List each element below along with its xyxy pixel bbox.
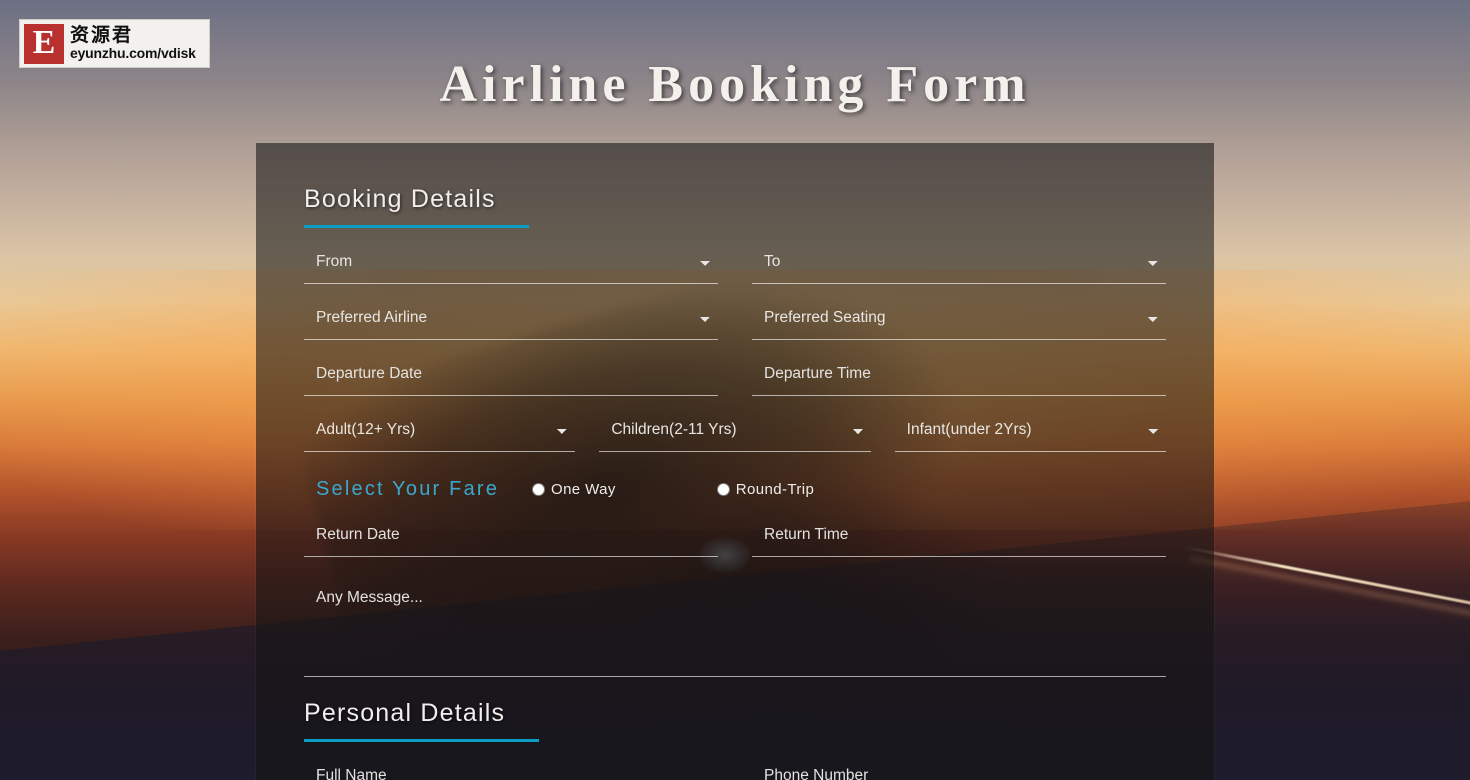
passengers-row: Adult(12+ Yrs) Children(2-11 Yrs) Infant… — [304, 414, 1166, 452]
infant-col: Infant(under 2Yrs) — [894, 414, 1166, 452]
return-row — [304, 519, 1166, 557]
return-date-input[interactable] — [304, 519, 718, 557]
from-to-row: From To — [304, 246, 1166, 284]
children-count-select[interactable]: Children(2-11 Yrs) — [599, 414, 871, 452]
select-fare-row: Select Your Fare One Way Round-Trip — [304, 478, 1166, 501]
page-title: Airline Booking Form — [439, 56, 1031, 113]
return-time-col — [752, 519, 1166, 557]
airline-seating-row: Preferred Airline Preferred Seating — [304, 302, 1166, 340]
departure-date-input[interactable] — [304, 358, 718, 396]
preferred-airline-col: Preferred Airline — [304, 302, 718, 340]
to-select[interactable]: To — [752, 246, 1166, 284]
round-trip-radio[interactable] — [716, 483, 730, 496]
watermark-text: 资源君 eyunzhu.com/vdisk — [70, 24, 196, 62]
watermark-badge-icon: E — [24, 23, 64, 64]
name-phone-row — [304, 760, 1166, 780]
departure-row — [304, 358, 1166, 396]
phone-number-input[interactable] — [752, 760, 1166, 780]
from-col: From — [304, 246, 718, 284]
personal-details-heading: Personal Details — [304, 699, 506, 727]
personal-details-block: Personal Details — [304, 699, 1166, 780]
to-col: To — [752, 246, 1166, 284]
message-row — [304, 581, 1166, 677]
message-textarea[interactable] — [304, 581, 1166, 677]
preferred-seating-select[interactable]: Preferred Seating — [752, 302, 1166, 340]
from-select[interactable]: From — [304, 246, 718, 284]
watermark-cn-label: 资源君 — [70, 24, 134, 47]
full-name-input[interactable] — [304, 760, 718, 780]
booking-form-panel: Booking Details From To Preferred Airlin… — [256, 143, 1214, 780]
return-time-input[interactable] — [752, 519, 1166, 557]
adult-count-select[interactable]: Adult(12+ Yrs) — [304, 414, 576, 452]
children-col: Children(2-11 Yrs) — [599, 414, 871, 452]
one-way-radio[interactable] — [532, 483, 545, 496]
select-fare-label: Select Your Fare — [316, 478, 500, 500]
return-date-col — [304, 519, 718, 557]
fare-option-round-trip[interactable]: Round-Trip — [716, 481, 814, 498]
infant-count-select[interactable]: Infant(under 2Yrs) — [894, 414, 1166, 452]
watermark-logo: E 资源君 eyunzhu.com/vdisk — [19, 19, 210, 68]
adult-col: Adult(12+ Yrs) — [304, 414, 576, 452]
departure-time-input[interactable] — [752, 358, 1166, 396]
round-trip-label[interactable]: Round-Trip — [736, 481, 814, 498]
phone-number-col — [752, 760, 1166, 780]
personal-details-underline — [304, 739, 539, 742]
page-root: E 资源君 eyunzhu.com/vdisk Airline Booking … — [0, 0, 1470, 780]
full-name-col — [304, 760, 718, 780]
watermark-url: eyunzhu.com/vdisk — [70, 45, 196, 62]
fare-option-one-way[interactable]: One Way — [532, 481, 616, 498]
booking-details-heading: Booking Details — [304, 185, 496, 213]
departure-time-col — [752, 358, 1166, 396]
preferred-seating-col: Preferred Seating — [752, 302, 1166, 340]
booking-details-underline — [304, 225, 529, 228]
one-way-label[interactable]: One Way — [551, 481, 616, 498]
preferred-airline-select[interactable]: Preferred Airline — [304, 302, 718, 340]
departure-date-col — [304, 358, 718, 396]
